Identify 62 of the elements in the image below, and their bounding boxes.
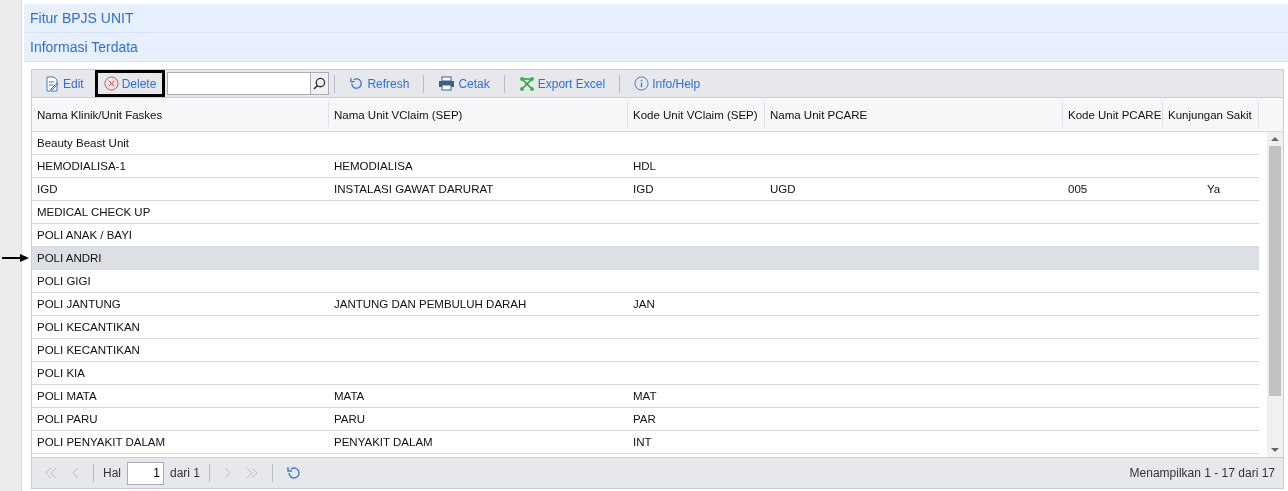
table-cell-text: INT: [632, 435, 653, 450]
print-button[interactable]: Cetak: [429, 70, 499, 97]
excel-button[interactable]: Export Excel: [509, 70, 615, 97]
table-cell-text: JAN: [632, 297, 656, 312]
table-cell-text: PARU: [333, 412, 367, 427]
page-input[interactable]: 1: [127, 461, 164, 485]
page-count: dari 1: [170, 466, 201, 480]
table-cell-text: IGD: [632, 182, 655, 197]
table-cell-text: IGD: [36, 182, 59, 197]
table-cell-text: MAT: [632, 389, 658, 404]
refresh-icon: [349, 76, 365, 91]
table-cell-text: PAR: [632, 412, 657, 427]
refresh-button[interactable]: Refresh: [340, 70, 419, 97]
double-chevron-right-icon: [245, 467, 260, 479]
table-cell-text: POLI MATA: [36, 389, 98, 404]
info-icon: [634, 76, 650, 91]
table-cell-text: HEMODIALISA: [333, 159, 414, 174]
column-header[interactable]: Kode Unit PCARE: [1063, 102, 1163, 127]
table-cell-text: PENYAKIT DALAM: [333, 435, 434, 450]
table-cell-text: HDL: [632, 159, 657, 174]
network-nodes-icon: [518, 75, 535, 92]
table-cell-text: POLI ANAK / BAYI: [36, 228, 134, 243]
column-header[interactable]: Nama Unit PCARE: [765, 102, 1063, 127]
close-circle-icon: [103, 76, 119, 91]
column-header[interactable]: Nama Klinik/Unit Faskes: [32, 102, 329, 127]
chevron-left-icon: [72, 467, 80, 479]
table-cell-text: UGD: [769, 182, 797, 197]
table-cell-text: HEMODIALISA-1: [36, 159, 127, 174]
printer-icon: [438, 76, 456, 91]
table-cell-text: Ya: [1205, 182, 1222, 197]
table-cell-text: POLI KECANTIKAN: [36, 320, 141, 335]
table-cell-text: POLI KIA: [36, 366, 86, 381]
search-icon: [313, 77, 327, 90]
table-cell-text: Beauty Beast Unit: [36, 136, 131, 151]
table-cell-text: INSTALASI GAWAT DARURAT: [333, 182, 495, 197]
page-label: Hal: [103, 466, 121, 480]
refresh-icon: [286, 465, 303, 481]
table-cell-text: POLI JANTUNG: [36, 297, 122, 312]
table-cell-text: POLI KECANTIKAN: [36, 343, 141, 358]
section-title: Fitur BPJS UNIT: [24, 4, 1288, 33]
column-header[interactable]: Nama Unit VClaim (SEP): [329, 102, 628, 127]
search-button[interactable]: [310, 73, 329, 94]
search-field[interactable]: [167, 72, 330, 95]
table-cell-text: POLI PENYAKIT DALAM: [36, 435, 167, 450]
column-header[interactable]: Kode Unit VClaim (SEP): [628, 102, 765, 127]
table-cell-text: JANTUNG DAN PEMBULUH DARAH: [333, 297, 528, 312]
panel-title: Informasi Terdata: [24, 33, 1288, 62]
table-cell-text: POLI PARU: [36, 412, 99, 427]
edit-button[interactable]: Edit: [35, 70, 93, 97]
chevron-right-icon: [223, 467, 232, 479]
info-button[interactable]: Info/Help: [625, 70, 710, 97]
table-cell-text: POLI GIGI: [36, 274, 92, 289]
document-pencil-icon: [44, 75, 60, 92]
table-cell-text: POLI ANDRI: [36, 251, 103, 266]
column-header[interactable]: Kunjungan Sakit: [1163, 102, 1259, 127]
scrollbar[interactable]: [1267, 132, 1283, 457]
record-summary: Menampilkan 1 - 17 dari 17: [1129, 466, 1275, 480]
delete-button[interactable]: Delete: [94, 70, 166, 97]
table-cell-text: 005: [1067, 182, 1089, 197]
double-chevron-left-icon: [44, 467, 58, 479]
table-cell-text: MEDICAL CHECK UP: [36, 205, 152, 220]
table-cell-text: MATA: [333, 389, 366, 404]
